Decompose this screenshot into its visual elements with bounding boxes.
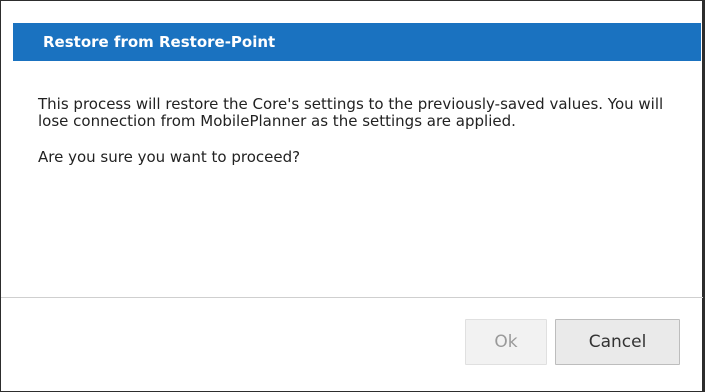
dialog-title-bar: Restore from Restore-Point: [13, 23, 701, 61]
dialog-message: This process will restore the Core's set…: [38, 95, 664, 130]
dialog-body: This process will restore the Core's set…: [38, 96, 688, 166]
ok-button[interactable]: Ok: [465, 319, 547, 365]
restore-dialog: Restore from Restore-Point This process …: [0, 0, 705, 392]
footer-divider: [1, 297, 703, 298]
cancel-button[interactable]: Cancel: [555, 319, 680, 365]
dialog-title: Restore from Restore-Point: [43, 33, 276, 51]
dialog-question: Are you sure you want to proceed?: [38, 148, 301, 166]
